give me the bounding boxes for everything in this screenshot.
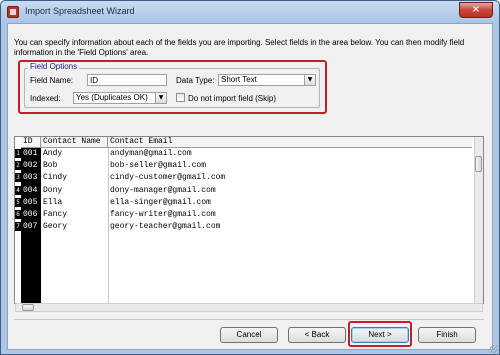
window-title: Import Spreadsheet Wizard: [25, 6, 135, 16]
vertical-scroll-thumb[interactable]: [475, 156, 482, 172]
chevron-down-icon: ▼: [155, 93, 166, 103]
cell-id: 003: [23, 173, 38, 182]
cell-contact-name: Dony: [43, 186, 63, 195]
resize-grip[interactable]: [490, 345, 498, 353]
data-type-label: Data Type:: [176, 76, 215, 85]
column-header-contact-name[interactable]: Contact Name: [41, 137, 108, 148]
field-options-legend: Field Options: [28, 62, 80, 71]
cell-id: 002: [23, 161, 38, 170]
skip-label: Do not import field (Skip): [188, 94, 277, 103]
button-separator: [14, 319, 484, 320]
back-button[interactable]: < Back: [288, 327, 346, 343]
data-type-value: Short Text: [221, 75, 257, 84]
horizontal-scroll-thumb[interactable]: [22, 304, 34, 311]
indexed-select[interactable]: Yes (Duplicates OK) ▼: [73, 92, 167, 104]
title-bar[interactable]: Import Spreadsheet Wizard ×: [1, 1, 499, 23]
cell-contact-name: Bob: [43, 161, 58, 170]
indexed-value: Yes (Duplicates OK): [76, 93, 148, 102]
cell-contact-email: ella-singer@gmail.com: [110, 198, 211, 207]
data-type-select[interactable]: Short Text ▼: [218, 74, 316, 86]
cell-contact-name: Cindy: [43, 173, 68, 182]
cell-contact-email: cindy-customer@gmail.com: [110, 173, 226, 182]
indexed-label: Indexed:: [30, 94, 61, 103]
close-button[interactable]: ×: [459, 2, 493, 18]
cell-id: 007: [23, 222, 38, 231]
finish-button[interactable]: Finish: [418, 327, 476, 343]
cell-id: 004: [23, 186, 38, 195]
cell-contact-email: dony-manager@gmail.com: [110, 186, 216, 195]
cell-contact-name: Andy: [43, 149, 63, 158]
cell-contact-email: andyman@gmail.com: [110, 149, 192, 158]
chevron-down-icon: ▼: [304, 75, 315, 85]
field-name-label: Field Name:: [30, 76, 74, 85]
cell-id: 006: [23, 210, 38, 219]
cell-contact-email: geory-teacher@gmail.com: [110, 222, 221, 231]
cell-id: 005: [23, 198, 38, 207]
intro-text: You can specify information about each o…: [14, 38, 465, 57]
access-app-icon: [7, 6, 19, 18]
column-header-contact-email[interactable]: Contact Email: [108, 137, 472, 148]
field-name-input[interactable]: [87, 74, 167, 86]
column-header-id[interactable]: ID: [21, 137, 41, 148]
cancel-button[interactable]: Cancel: [220, 327, 278, 343]
next-button[interactable]: Next >: [351, 327, 409, 343]
cell-contact-name: Geory: [43, 222, 68, 231]
cell-contact-name: Fancy: [43, 210, 68, 219]
cell-contact-name: Ella: [43, 198, 63, 207]
cell-contact-email: fancy-writer@gmail.com: [110, 210, 216, 219]
cell-id: 001: [23, 149, 38, 158]
horizontal-scrollbar[interactable]: [15, 303, 483, 312]
cell-contact-email: bob-seller@gmail.com: [110, 161, 207, 170]
skip-checkbox[interactable]: [176, 93, 185, 102]
